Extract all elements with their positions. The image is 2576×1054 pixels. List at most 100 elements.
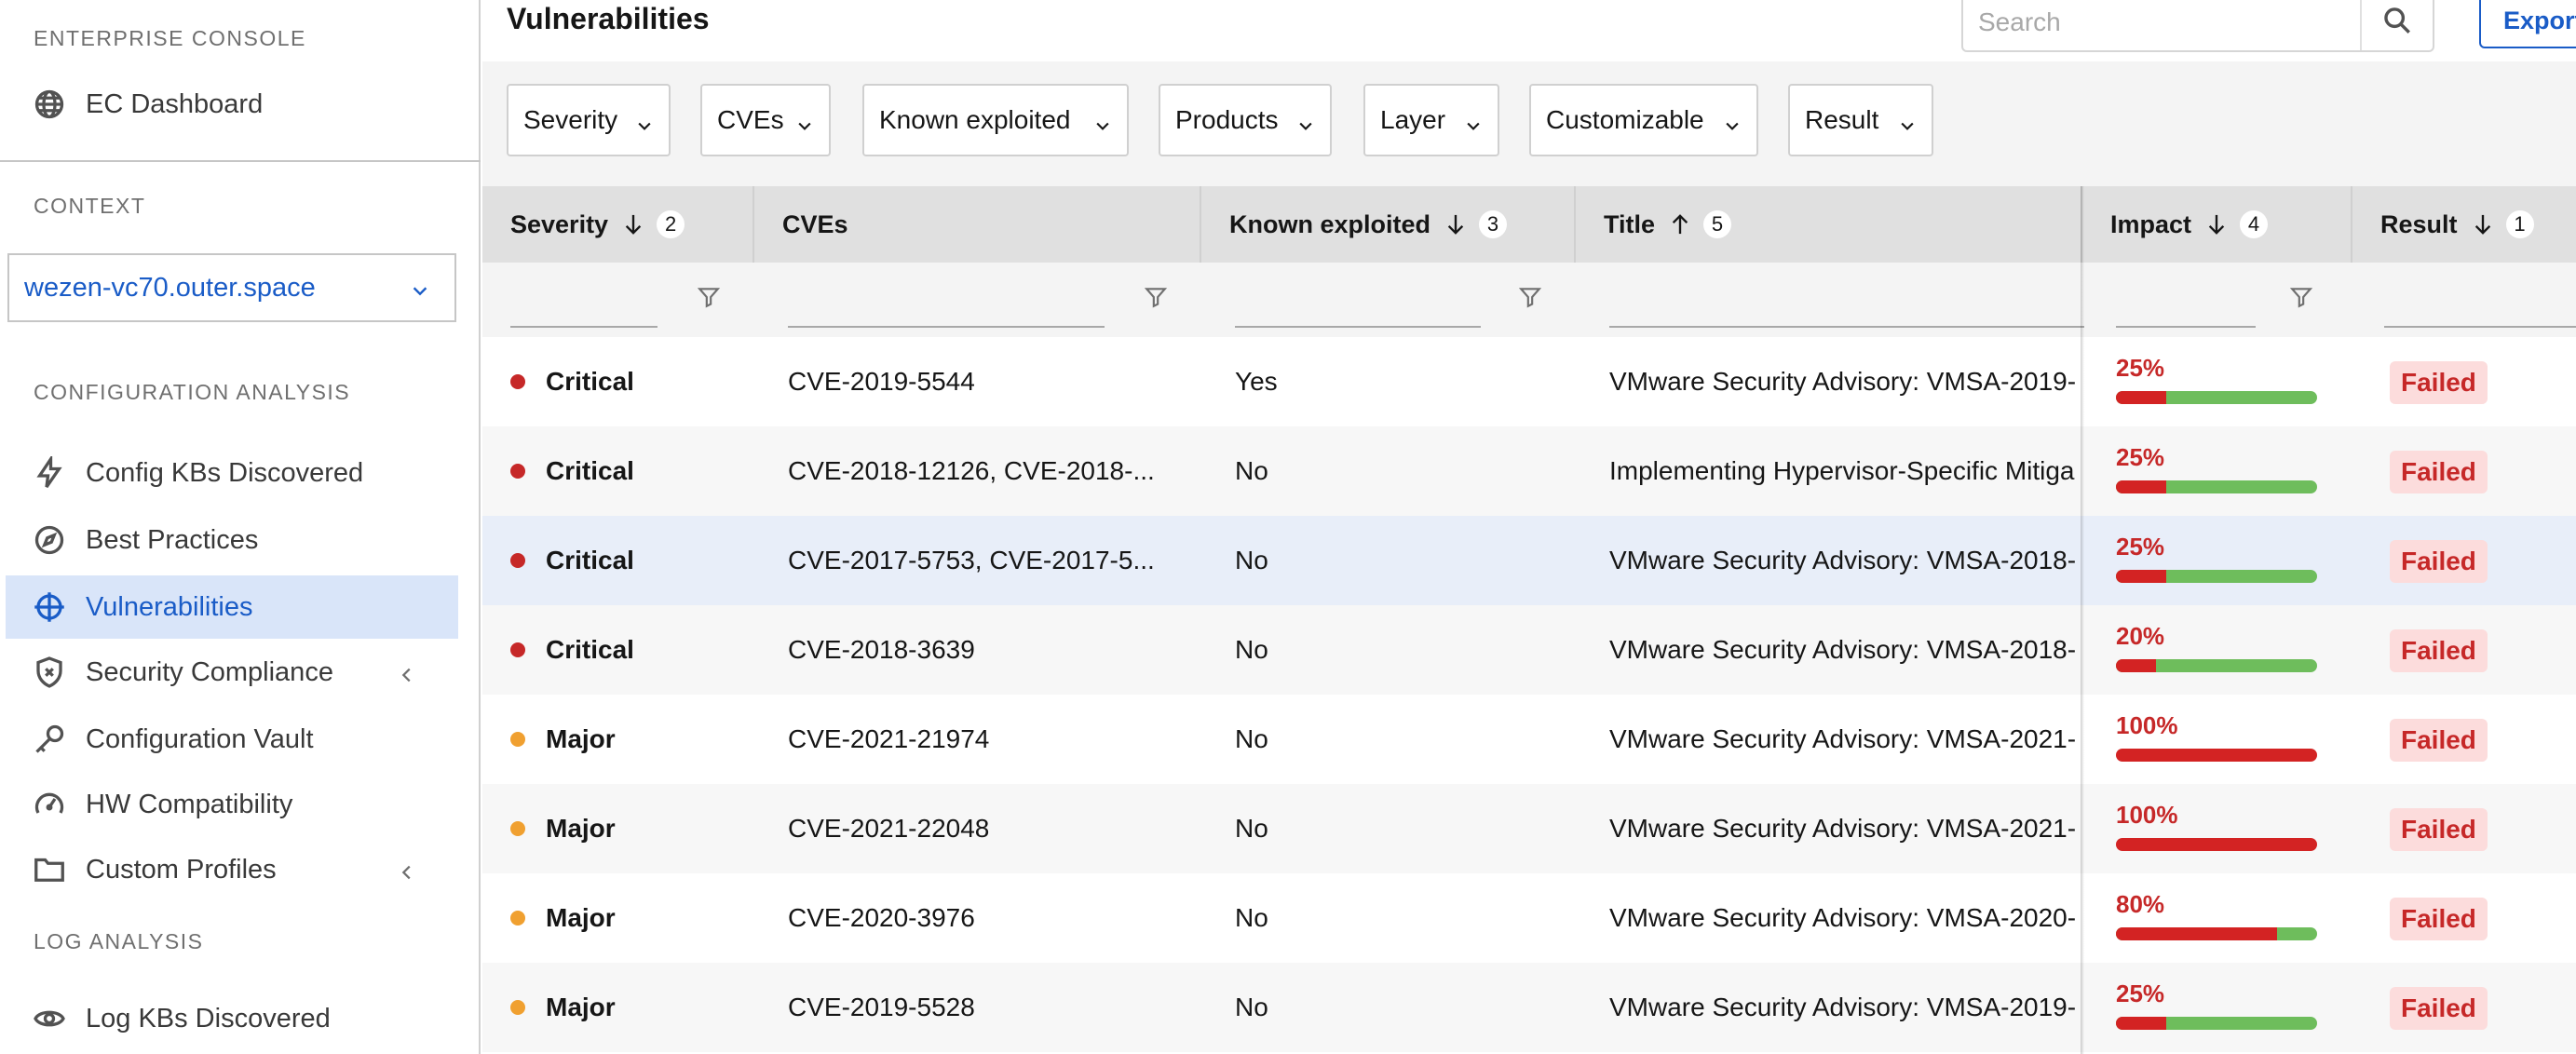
sidebar: ENTERPRISE CONSOLE EC Dashboard CONTEXT … bbox=[0, 0, 481, 1054]
vulnerabilities-grid: Severity 2 CVEs Known exploited 3 Title … bbox=[482, 186, 2576, 1054]
impact-cell: 25% bbox=[2082, 337, 2352, 426]
filter-icon[interactable] bbox=[697, 285, 723, 311]
filter-cves-dropdown[interactable]: CVEs bbox=[700, 84, 831, 156]
crosshair-icon bbox=[30, 588, 69, 627]
result-cell: Failed bbox=[2352, 873, 2576, 963]
column-header-result[interactable]: Result 1 bbox=[2352, 186, 2576, 263]
severity-text: Critical bbox=[546, 367, 634, 396]
cves-cell[interactable]: CVE-2021-22048 bbox=[788, 784, 1179, 873]
cves-cell[interactable]: CVE-2018-3639 bbox=[788, 605, 1179, 695]
title-cell[interactable]: VMware Security Advisory: VMSA-2018- bbox=[1609, 605, 2081, 695]
column-header-known-exploited[interactable]: Known exploited 3 bbox=[1201, 186, 1576, 263]
known-exploited-cell: No bbox=[1235, 993, 1268, 1021]
chevron-left-icon[interactable] bbox=[397, 859, 417, 880]
cves-cell[interactable]: CVE-2019-5544 bbox=[788, 337, 1179, 426]
table-row[interactable]: Major CVE-2019-5528 No VMware Security Advi… bbox=[482, 963, 2576, 1052]
sidebar-item-custom-profiles[interactable]: Custom Profiles bbox=[6, 838, 458, 901]
sidebar-item-ec-dashboard[interactable]: EC Dashboard bbox=[6, 73, 458, 136]
title-cell[interactable]: VMware Security Advisory: VMSA-2019- bbox=[1609, 963, 2081, 1052]
sort-rank-badge: 4 bbox=[2240, 210, 2269, 238]
table-row[interactable]: Major CVE-2021-21974 No VMware Security Adv… bbox=[482, 695, 2576, 784]
cves-cell[interactable]: CVE-2020-3976 bbox=[788, 873, 1179, 963]
title-filter-input[interactable] bbox=[1609, 326, 2084, 328]
cves-cell[interactable]: CVE-2019-5528 bbox=[788, 963, 1179, 1052]
severity-cell: Critical bbox=[510, 605, 754, 695]
filter-icon[interactable] bbox=[2289, 285, 2315, 311]
impact-cell: 25% bbox=[2082, 516, 2352, 605]
cves-cell[interactable]: CVE-2017-5753, CVE-2017-5... bbox=[788, 516, 1179, 605]
sidebar-item-label: Vulnerabilities bbox=[86, 591, 253, 622]
chevron-down-icon bbox=[1464, 112, 1483, 130]
impact-bar bbox=[2116, 391, 2317, 404]
column-header-severity[interactable]: Severity 2 bbox=[482, 186, 754, 263]
table-row[interactable]: Critical CVE-2017-5753, CVE-2017-5... No VM… bbox=[482, 516, 2576, 605]
filter-layer-dropdown[interactable]: Layer bbox=[1363, 84, 1499, 156]
sort-desc-icon bbox=[1445, 212, 1466, 236]
sidebar-item-hw-compatibility[interactable]: HW Compatibility bbox=[6, 773, 458, 836]
filter-icon[interactable] bbox=[1518, 285, 1544, 311]
export-button[interactable]: Export bbox=[2479, 0, 2576, 48]
folder-icon bbox=[30, 850, 69, 889]
table-row[interactable]: Critical CVE-2018-3639 No VMware Security A… bbox=[482, 605, 2576, 695]
severity-dot-icon bbox=[510, 374, 525, 389]
sidebar-item-log-kbs-discovered[interactable]: Log KBs Discovered bbox=[6, 987, 458, 1050]
impact-percent: 25% bbox=[2116, 533, 2165, 561]
context-select[interactable]: wezen-vc70.outer.space bbox=[7, 253, 456, 322]
status-badge: Failed bbox=[2390, 451, 2488, 493]
severity-text: Major bbox=[546, 903, 616, 932]
column-filter-row bbox=[482, 263, 2576, 337]
column-header-title[interactable]: Title 5 bbox=[1576, 186, 2082, 263]
filter-label: Severity bbox=[523, 105, 618, 134]
log-analysis-heading: LOG ANALYSIS bbox=[34, 929, 204, 953]
table-row[interactable]: Major CVE-2021-22048 No VMware Security Adv… bbox=[482, 784, 2576, 873]
cves-cell[interactable]: CVE-2021-21974 bbox=[788, 695, 1179, 784]
search-button[interactable] bbox=[2360, 0, 2433, 50]
title-cell[interactable]: VMware Security Advisory: VMSA-2018- bbox=[1609, 516, 2081, 605]
sidebar-item-config-kbs-discovered[interactable]: Config KBs Discovered bbox=[6, 441, 458, 505]
sort-desc-icon bbox=[2473, 212, 2493, 236]
severity-cell: Critical bbox=[510, 426, 754, 516]
filter-result-dropdown[interactable]: Result bbox=[1788, 84, 1933, 156]
title-cell[interactable]: VMware Security Advisory: VMSA-2021- bbox=[1609, 784, 2081, 873]
filter-customizable-dropdown[interactable]: Customizable bbox=[1529, 84, 1758, 156]
chevron-left-icon[interactable] bbox=[397, 662, 417, 682]
impact-percent: 25% bbox=[2116, 354, 2165, 382]
severity-filter-input[interactable] bbox=[510, 326, 658, 328]
title-cell[interactable]: VMware Security Advisory: VMSA-2021- bbox=[1609, 695, 2081, 784]
result-cell: Failed bbox=[2352, 337, 2576, 426]
known-exploited-filter-input[interactable] bbox=[1235, 326, 1481, 328]
severity-text: Critical bbox=[546, 546, 634, 574]
sidebar-item-configuration-vault[interactable]: Configuration Vault bbox=[6, 708, 458, 771]
search-input[interactable] bbox=[1963, 7, 2345, 37]
filter-products-dropdown[interactable]: Products bbox=[1159, 84, 1332, 156]
filter-severity-dropdown[interactable]: Severity bbox=[507, 84, 671, 156]
column-header-impact[interactable]: Impact 4 bbox=[2082, 186, 2352, 263]
title-cell[interactable]: VMware Security Advisory: VMSA-2020- bbox=[1609, 873, 2081, 963]
sidebar-item-vulnerabilities[interactable]: Vulnerabilities bbox=[6, 575, 458, 639]
filter-icon[interactable] bbox=[1144, 285, 1170, 311]
configuration-analysis-heading: CONFIGURATION ANALYSIS bbox=[34, 380, 351, 404]
result-filter-input[interactable] bbox=[2384, 326, 2576, 328]
title-cell[interactable]: VMware Security Advisory: VMSA-2019- bbox=[1609, 337, 2081, 426]
severity-dot-icon bbox=[510, 642, 525, 657]
column-label: Severity bbox=[510, 209, 609, 238]
table-row[interactable]: Critical CVE-2018-12126, CVE-2018-... No Im… bbox=[482, 426, 2576, 516]
known-exploited-cell: No bbox=[1235, 814, 1268, 843]
impact-bar bbox=[2116, 838, 2317, 851]
chevron-down-icon bbox=[1093, 112, 1112, 130]
sort-rank-badge: 3 bbox=[1479, 210, 1507, 238]
cves-cell[interactable]: CVE-2018-12126, CVE-2018-... bbox=[788, 426, 1179, 516]
cves-filter-input[interactable] bbox=[788, 326, 1105, 328]
filter-known-exploited-dropdown[interactable]: Known exploited bbox=[862, 84, 1129, 156]
title-cell[interactable]: Implementing Hypervisor-Specific Mitiga bbox=[1609, 426, 2081, 516]
sidebar-item-best-practices[interactable]: Best Practices bbox=[6, 508, 458, 572]
table-row[interactable]: Critical CVE-2019-5544 Yes VMware Security … bbox=[482, 337, 2576, 426]
table-row[interactable]: Major CVE-2020-3976 No VMware Security Advi… bbox=[482, 873, 2576, 963]
result-cell: Failed bbox=[2352, 516, 2576, 605]
column-header-cves[interactable]: CVEs bbox=[754, 186, 1201, 263]
sidebar-item-security-compliance[interactable]: Security Compliance bbox=[6, 641, 458, 704]
filter-bar: Severity CVEs Known exploited Products Layer… bbox=[482, 61, 2576, 186]
sort-rank-badge: 5 bbox=[1703, 210, 1732, 238]
impact-filter-input[interactable] bbox=[2116, 326, 2256, 328]
impact-bar bbox=[2116, 659, 2317, 672]
